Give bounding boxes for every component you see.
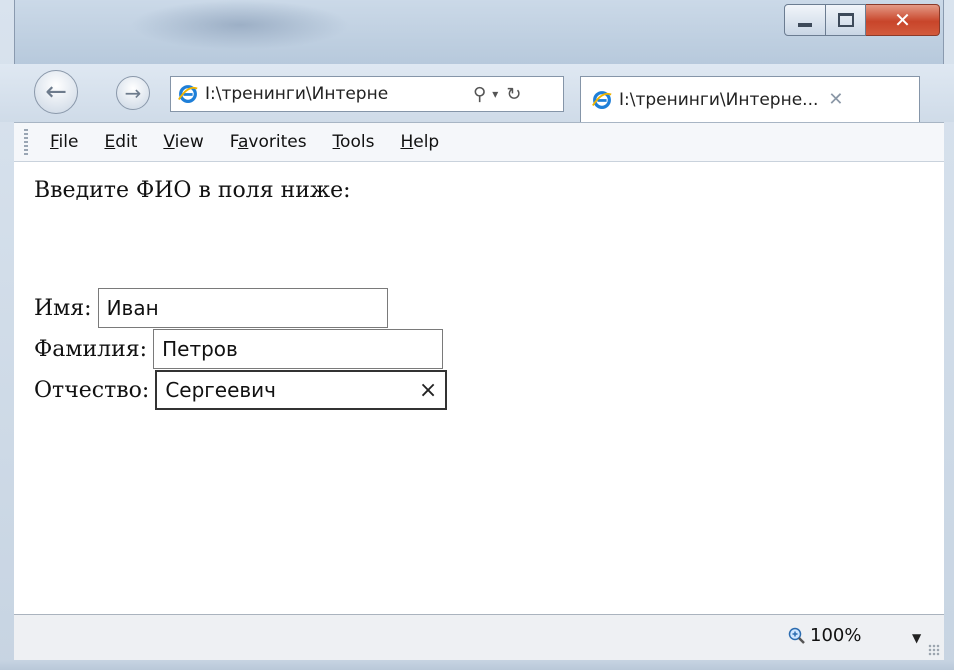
menu-file[interactable]: File — [50, 132, 78, 152]
menu-favorites[interactable]: Favorites — [230, 132, 307, 152]
window-bottom-edge — [0, 660, 954, 670]
last-name-label: Фамилия: — [34, 336, 148, 362]
zoom-level: 100% — [810, 625, 862, 646]
close-icon: ✕ — [894, 8, 911, 32]
tab-active[interactable]: I:\тренинги\Интерне... ✕ — [580, 76, 920, 122]
dropdown-icon[interactable]: ▾ — [492, 87, 498, 101]
menu-help[interactable]: Help — [400, 132, 439, 152]
zoom-control[interactable]: 100% — [788, 625, 861, 646]
close-button[interactable]: ✕ — [866, 4, 940, 36]
refresh-icon[interactable]: ↻ — [506, 84, 521, 105]
menu-edit[interactable]: Edit — [104, 132, 137, 152]
zoom-dropdown-icon[interactable]: ▼ — [912, 631, 921, 645]
menu-bar: File Edit View Favorites Tools Help — [14, 122, 944, 162]
address-text[interactable]: I:\тренинги\Интерне — [205, 84, 467, 104]
first-name-field[interactable]: Иван — [97, 288, 388, 328]
patronymic-row: Отчество: Сергеевич × — [34, 370, 448, 410]
back-arrow-icon: ← — [45, 77, 67, 107]
ie-logo-icon — [178, 85, 198, 103]
last-name-field[interactable]: Петров — [153, 329, 444, 369]
zoom-icon — [788, 627, 805, 644]
search-icon[interactable]: ⚲ — [473, 84, 486, 105]
menu-grip — [24, 129, 28, 155]
maximize-icon — [837, 13, 854, 27]
minimize-icon — [798, 23, 812, 27]
page-heading: Введите ФИО в поля ниже: — [34, 178, 351, 203]
menu-tools[interactable]: Tools — [333, 132, 375, 152]
back-button[interactable]: ← — [34, 70, 78, 114]
clear-field-icon[interactable]: × — [419, 378, 437, 403]
last-name-value: Петров — [162, 337, 238, 361]
menu-view[interactable]: View — [163, 132, 203, 152]
browser-window: ✕ ← → I:\тренинги\Интерне ⚲ ▾ ↻ I:\трени… — [0, 0, 954, 670]
ie-logo-icon — [592, 90, 612, 109]
maximize-button[interactable] — [826, 4, 866, 36]
patronymic-field[interactable]: Сергеевич × — [155, 370, 448, 410]
caption-buttons: ✕ — [784, 4, 940, 36]
tab-title: I:\тренинги\Интерне... — [619, 89, 819, 110]
patronymic-value: Сергеевич — [165, 378, 276, 402]
title-bar-blur — [130, 0, 350, 50]
first-name-value: Иван — [106, 296, 159, 320]
patronymic-label: Отчество: — [34, 377, 150, 403]
forward-arrow-icon: → — [124, 81, 142, 105]
first-name-label: Имя: — [34, 295, 92, 321]
status-bar: 100% ▼ — [14, 614, 944, 660]
forward-button[interactable]: → — [116, 76, 150, 110]
first-name-row: Имя: Иван — [34, 288, 388, 328]
address-bar[interactable]: I:\тренинги\Интерне ⚲ ▾ ↻ — [170, 76, 564, 112]
resize-grip-icon[interactable] — [928, 644, 940, 656]
minimize-button[interactable] — [784, 4, 826, 36]
last-name-row: Фамилия: Петров — [34, 329, 444, 369]
tab-close-icon[interactable]: ✕ — [828, 89, 843, 110]
